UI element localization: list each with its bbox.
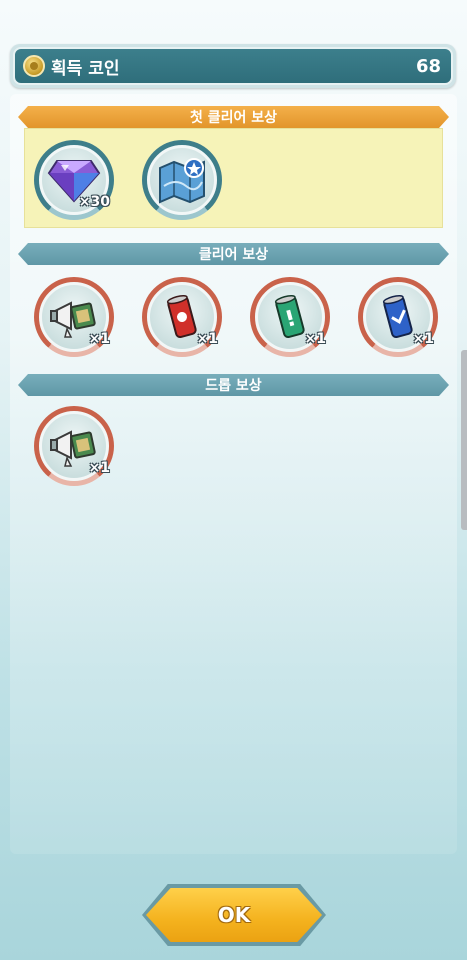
reward-qty: ×1 [196,331,218,347]
reward-red-can[interactable]: ×1 [142,277,222,357]
reward-qty: ×1 [304,331,326,347]
reward-megaphone-ticket[interactable]: ×1 [34,277,114,357]
clear-header: 클리어 보상 [18,243,449,265]
reward-crystal[interactable]: ×30 [34,140,114,220]
reward-blue-can[interactable]: ×1 [358,277,438,357]
reward-qty: ×1 [88,460,110,476]
reward-megaphone-ticket-drop[interactable]: ×1 [34,406,114,486]
reward-green-can[interactable]: ×1 [250,277,330,357]
reward-qty: ×1 [412,331,434,347]
coin-label: 획득 코인 [51,58,120,79]
ok-label: OK [146,888,322,942]
map-icon [159,158,205,204]
reward-map[interactable] [142,140,222,220]
drop-header: 드롭 보상 [18,374,449,396]
coin-icon [23,55,45,77]
coin-bar: 획득 코인 68 [10,44,456,88]
reward-qty: ×1 [88,331,110,347]
ok-button[interactable]: OK [142,884,326,946]
scrollbar[interactable] [461,350,467,530]
first-clear-header: 첫 클리어 보상 [18,106,449,128]
coin-value: 68 [415,55,441,77]
reward-qty: ×30 [78,194,110,210]
